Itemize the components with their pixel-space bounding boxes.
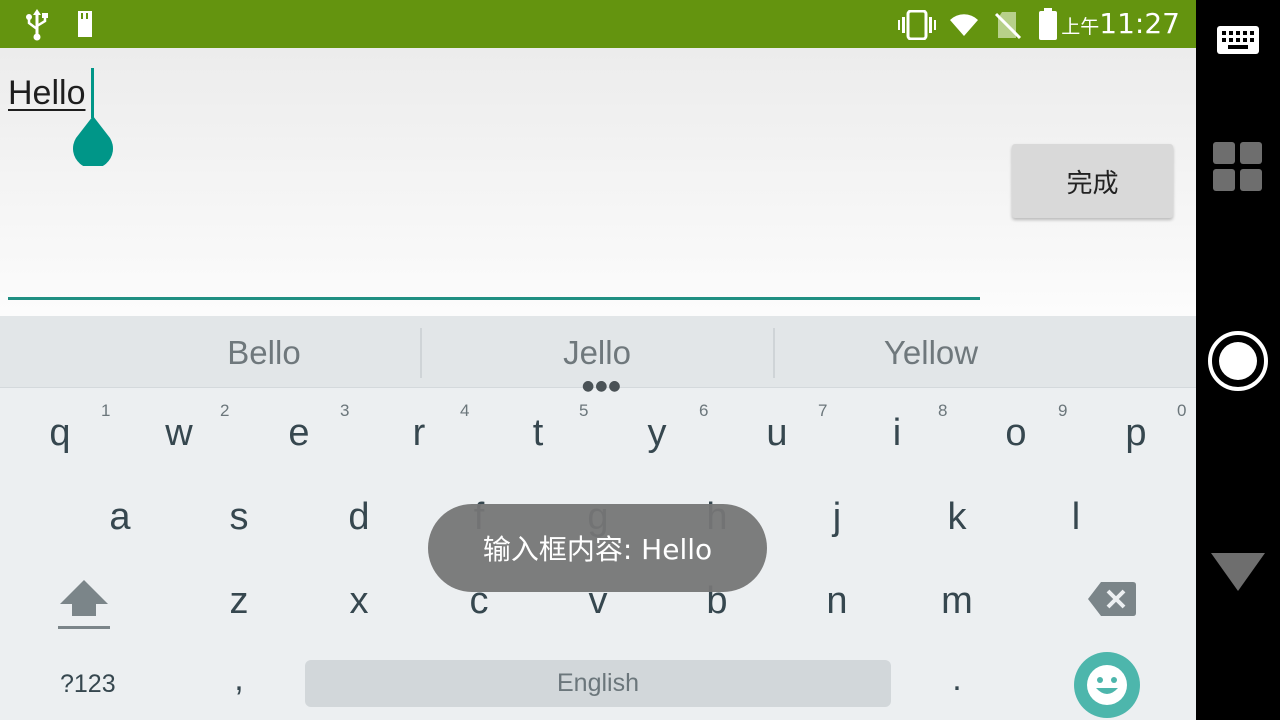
home-icon[interactable]	[1206, 329, 1270, 393]
key-r[interactable]: r	[389, 412, 449, 455]
key-e[interactable]: e	[269, 412, 329, 455]
key-hint: 0	[1177, 401, 1187, 420]
key-n[interactable]: n	[807, 580, 867, 623]
key-d[interactable]: d	[329, 496, 389, 539]
suggestion-2[interactable]: Jello	[497, 334, 697, 372]
navigation-bar	[1196, 0, 1280, 720]
text-cursor	[91, 68, 94, 118]
suggestion-strip: Bello Jello ●●● Yellow	[0, 316, 1196, 394]
clock-ampm: 上午	[1061, 16, 1100, 38]
usb-icon	[26, 9, 48, 41]
key-t[interactable]: t	[508, 412, 568, 455]
key-hint: 6	[699, 401, 709, 420]
apps-icon[interactable]	[1213, 142, 1263, 192]
comma-key[interactable]: ,	[209, 660, 269, 699]
key-w[interactable]: w	[149, 412, 209, 455]
vibrate-icon	[898, 10, 936, 40]
shift-icon[interactable]	[56, 578, 112, 632]
space-bar[interactable]: English	[305, 660, 891, 707]
wifi-icon	[950, 14, 978, 36]
key-x[interactable]: x	[329, 580, 389, 623]
more-suggestions-icon[interactable]: ●●●	[582, 378, 622, 394]
key-k[interactable]: k	[927, 496, 987, 539]
back-icon[interactable]	[1211, 553, 1265, 593]
symbols-key[interactable]: ?123	[60, 670, 116, 699]
sd-card-icon	[78, 11, 92, 37]
key-hint: 8	[938, 401, 948, 420]
period-key[interactable]: .	[927, 660, 987, 699]
suggestion-1[interactable]: Bello	[164, 334, 364, 372]
keyboard-icon[interactable]	[1217, 26, 1259, 54]
key-y[interactable]: y	[627, 412, 687, 455]
key-m[interactable]: m	[927, 580, 987, 623]
text-input-value[interactable]: Hello	[8, 74, 85, 113]
key-hint: 3	[340, 401, 350, 420]
key-hint: 7	[818, 401, 828, 420]
key-z[interactable]: z	[209, 580, 269, 623]
clock: 上午11:27	[1061, 7, 1180, 40]
toast-message: 输入框内容: Hello	[428, 504, 767, 592]
key-hint: 4	[460, 401, 470, 420]
suggestion-divider	[773, 328, 775, 378]
app-content: Hello 完成	[0, 48, 1196, 316]
text-input-underline	[8, 297, 980, 300]
key-hint: 5	[579, 401, 589, 420]
key-i[interactable]: i	[867, 412, 927, 455]
key-a[interactable]: a	[90, 496, 150, 539]
suggestion-3[interactable]: Yellow	[831, 334, 1031, 372]
clock-time: 11:27	[1099, 7, 1180, 40]
battery-icon	[1039, 8, 1057, 40]
key-u[interactable]: u	[747, 412, 807, 455]
status-bar: 上午11:27	[0, 0, 1196, 48]
key-hint: 1	[101, 401, 111, 420]
emoji-button[interactable]	[1074, 652, 1140, 718]
key-s[interactable]: s	[209, 496, 269, 539]
backspace-icon[interactable]	[1087, 580, 1137, 618]
no-sim-icon	[994, 12, 1022, 40]
emoji-icon	[1087, 665, 1127, 705]
key-q[interactable]: q	[30, 412, 90, 455]
key-l[interactable]: l	[1046, 496, 1106, 539]
suggestion-divider	[420, 328, 422, 378]
done-button[interactable]: 完成	[1012, 144, 1173, 218]
key-hint: 9	[1058, 401, 1068, 420]
key-o[interactable]: o	[986, 412, 1046, 455]
cursor-handle[interactable]	[72, 116, 114, 166]
key-hint: 2	[220, 401, 230, 420]
key-j[interactable]: j	[807, 496, 867, 539]
key-p[interactable]: p	[1106, 412, 1166, 455]
